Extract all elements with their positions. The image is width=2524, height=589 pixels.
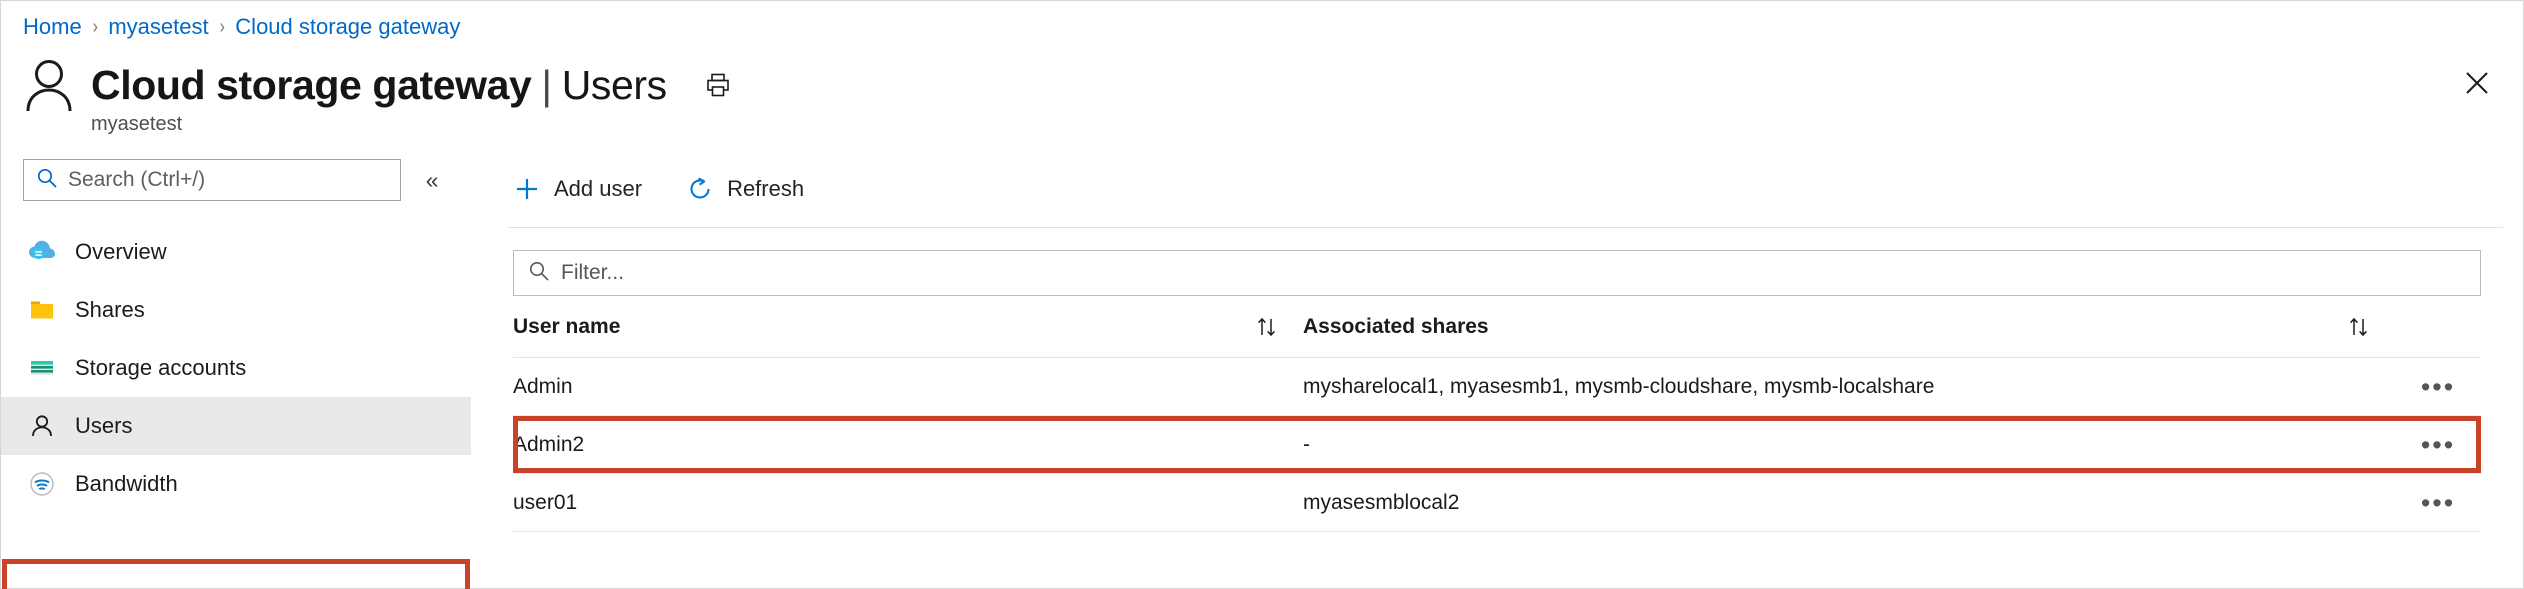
sidebar-item-label: Users — [75, 413, 133, 438]
cell-associated-shares: - — [1303, 432, 1310, 456]
breadcrumb-item-home[interactable]: Home — [23, 13, 82, 41]
annotation-highlight-users-nav — [2, 559, 470, 589]
page-title: Cloud storage gateway | Users — [91, 61, 667, 109]
breadcrumb: Home › myasetest › Cloud storage gateway — [23, 13, 460, 41]
add-user-label: Add user — [554, 176, 643, 201]
command-toolbar: Add user Refresh — [491, 159, 2503, 219]
sort-updown-icon[interactable] — [2345, 314, 2373, 340]
search-placeholder: Search (Ctrl+/) — [68, 168, 206, 191]
row-actions-menu-icon[interactable]: ••• — [2421, 431, 2455, 458]
users-table: User name Associated shares Admin myshar… — [513, 296, 2481, 532]
filter-input[interactable]: Filter... — [513, 250, 2481, 296]
column-header-associated-shares[interactable]: Associated shares — [1303, 314, 2395, 340]
sidebar-item-label: Shares — [75, 297, 145, 322]
add-user-button[interactable]: Add user — [513, 175, 642, 203]
row-actions-menu-icon[interactable]: ••• — [2421, 489, 2455, 516]
sort-updown-icon[interactable] — [1253, 314, 1281, 340]
breadcrumb-item-cloud-storage-gateway[interactable]: Cloud storage gateway — [235, 13, 460, 41]
row-actions-menu-icon[interactable]: ••• — [2421, 373, 2455, 400]
search-input[interactable]: Search (Ctrl+/) — [23, 159, 402, 201]
print-icon[interactable] — [701, 68, 735, 102]
page-title-section: Users — [561, 62, 667, 108]
main-content: Add user Refresh Filter... User name Ass… — [491, 159, 2503, 588]
breadcrumb-separator-icon: › — [219, 16, 225, 38]
bandwidth-icon — [27, 469, 57, 499]
storage-accounts-icon — [27, 353, 57, 383]
page-title-main: Cloud storage gateway — [91, 62, 532, 108]
filter-row: Filter... — [491, 228, 2503, 296]
table-row[interactable]: Admin2 - ••• — [513, 416, 2481, 474]
sidebar-search-row: Search (Ctrl+/) « — [1, 159, 471, 201]
sidebar-item-label: Storage accounts — [75, 355, 247, 380]
sidebar: Search (Ctrl+/) « Overview Shares Storag… — [1, 159, 471, 589]
person-icon — [23, 57, 75, 113]
close-icon[interactable] — [2457, 63, 2497, 103]
filter-placeholder: Filter... — [561, 261, 625, 284]
table-header-row: User name Associated shares — [513, 296, 2481, 358]
column-header-label: Associated shares — [1303, 314, 1489, 338]
page-subtitle: myasetest — [91, 113, 183, 135]
cell-user-name: user01 — [513, 490, 578, 514]
refresh-icon — [686, 175, 714, 203]
table-row[interactable]: Admin mysharelocal1, myasesmb1, mysmb-cl… — [513, 358, 2481, 416]
sidebar-item-overview[interactable]: Overview — [1, 223, 471, 281]
column-header-label: User name — [513, 314, 621, 338]
breadcrumb-separator-icon: › — [92, 16, 98, 38]
refresh-button[interactable]: Refresh — [686, 175, 804, 203]
plus-icon — [513, 175, 541, 203]
sidebar-nav-list: Overview Shares Storage accounts Users B… — [1, 223, 471, 513]
azure-portal-blade: Home › myasetest › Cloud storage gateway… — [0, 0, 2524, 589]
refresh-label: Refresh — [727, 176, 805, 201]
cell-user-name: Admin — [513, 374, 573, 398]
user-icon — [27, 411, 57, 441]
breadcrumb-item-myasetest[interactable]: myasetest — [108, 13, 208, 41]
cell-associated-shares: myasesmblocal2 — [1303, 490, 1460, 514]
sidebar-item-storage-accounts[interactable]: Storage accounts — [1, 339, 471, 397]
page-title-separator: | — [541, 62, 552, 108]
sidebar-item-shares[interactable]: Shares — [1, 281, 471, 339]
search-icon — [36, 167, 58, 194]
folder-icon — [27, 295, 57, 325]
column-header-user-name[interactable]: User name — [513, 314, 1303, 340]
cloud-icon — [27, 237, 57, 267]
cell-associated-shares: mysharelocal1, myasesmb1, mysmb-cloudsha… — [1303, 374, 1935, 398]
sidebar-item-label: Overview — [75, 239, 167, 264]
table-row[interactable]: user01 myasesmblocal2 ••• — [513, 474, 2481, 532]
sidebar-item-bandwidth[interactable]: Bandwidth — [1, 455, 471, 513]
sidebar-item-label: Bandwidth — [75, 471, 178, 496]
cell-user-name: Admin2 — [513, 432, 585, 456]
sidebar-item-users[interactable]: Users — [1, 397, 471, 455]
search-icon — [528, 260, 550, 287]
collapse-sidebar-button[interactable]: « — [415, 163, 449, 197]
page-title-row: Cloud storage gateway | Users — [23, 57, 735, 113]
